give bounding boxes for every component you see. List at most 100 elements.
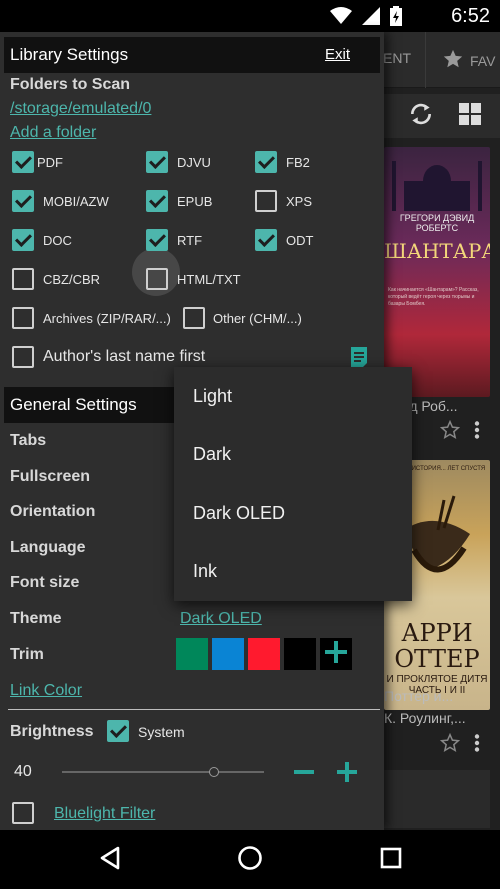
recents-button[interactable] [375, 844, 407, 876]
checkbox-epub[interactable] [146, 190, 168, 212]
checkbox-label-cbz-cbr: CBZ/CBR [43, 272, 101, 287]
checkbox-label-odt: ODT [286, 233, 314, 248]
brightness-label: Brightness [10, 723, 94, 740]
theme-option-dark[interactable]: Dark [174, 425, 412, 483]
checkbox-xps[interactable] [255, 190, 277, 212]
theme-option-dark-oled[interactable]: Dark OLED [174, 484, 412, 542]
refresh-button[interactable] [397, 94, 445, 138]
tab-favorites[interactable]: FAV [442, 48, 495, 73]
checkbox-bluelight-filter[interactable] [12, 802, 34, 824]
signal-icon [362, 7, 380, 30]
theme-option-light[interactable]: Light [174, 367, 412, 425]
refresh-icon [408, 101, 434, 132]
favorite-star-icon[interactable] [439, 419, 461, 445]
home-circle-icon [237, 845, 263, 876]
exit-link[interactable]: Exit [325, 37, 350, 73]
divider [8, 709, 380, 710]
trim-color-green[interactable] [176, 638, 208, 670]
favorite-star-icon[interactable] [439, 732, 461, 758]
back-button[interactable] [94, 844, 126, 876]
library-settings-title: Library Settings [10, 45, 129, 64]
brightness-increase-button[interactable] [337, 762, 357, 787]
theme-value-link[interactable]: Dark OLED [180, 610, 262, 628]
brightness-value: 40 [14, 763, 32, 780]
status-bar: 6:52 [0, 0, 500, 32]
checkbox-label-html-txt: HTML/TXT [177, 272, 241, 287]
grid-icon [458, 102, 482, 131]
checkbox-label-pdf: PDF [37, 155, 63, 170]
checkbox-label-author-last-name: Author's last name first [43, 348, 206, 365]
book-actions-2 [384, 732, 490, 758]
general-settings-title: General Settings [10, 395, 137, 414]
checkbox-brightness-system[interactable] [107, 720, 129, 742]
theme-option-ink[interactable]: Ink [174, 542, 412, 600]
checkbox-html-txt[interactable] [146, 268, 168, 290]
book-card-3[interactable] [384, 770, 490, 828]
book-title: Поттер и... [384, 688, 454, 704]
book-author: К. Роулинг,... [384, 710, 466, 726]
fullscreen-label: Fullscreen [10, 468, 91, 485]
theme-label: Theme [10, 610, 62, 627]
add-folder-link[interactable]: Add a folder [10, 124, 96, 142]
checkbox-label-fb2: FB2 [286, 155, 310, 170]
font-size-label: Font size [10, 574, 80, 591]
star-icon [442, 48, 464, 73]
plus-icon [325, 640, 347, 668]
tab-favorites-label: FAV [470, 52, 496, 69]
brightness-slider-track[interactable] [62, 771, 264, 773]
grid-view-button[interactable] [446, 94, 494, 138]
tab-divider [425, 32, 426, 88]
wifi-icon [330, 7, 352, 30]
checkbox-djvu[interactable] [146, 151, 168, 173]
orientation-label: Orientation [10, 503, 96, 520]
link-color-link[interactable]: Link Color [10, 682, 82, 700]
back-triangle-icon [99, 846, 121, 875]
book-cover-title: ШАНТАРАМ [384, 239, 490, 263]
bluelight-filter-link[interactable]: Bluelight Filter [54, 805, 155, 823]
checkbox-label-epub: EPUB [177, 194, 213, 209]
book-cover-1[interactable]: ГРЕГОРИ ДЭВИД РОБЕРТС ШАНТАРАМ Как начин… [384, 147, 490, 397]
folders-to-scan-label: Folders to Scan [10, 76, 131, 93]
home-button[interactable] [234, 844, 266, 876]
checkbox-label-brightness-system: System [138, 724, 185, 740]
checkbox-fb2[interactable] [255, 151, 277, 173]
checkbox-mobi-azw[interactable] [12, 190, 34, 212]
folder-path-link[interactable]: /storage/emulated/0 [10, 100, 151, 118]
battery-charging-icon [390, 6, 402, 31]
trim-label: Trim [10, 646, 44, 663]
trim-color-black[interactable] [284, 638, 316, 670]
checkbox-label-mobi-azw: MOBI/AZW [43, 194, 109, 209]
tabs-label: Tabs [10, 432, 47, 449]
library-toolbar [383, 94, 500, 138]
navigation-bar [0, 830, 500, 889]
book-cover-title: АРРИ ОТТЕР [394, 619, 480, 673]
brightness-slider-thumb[interactable] [208, 767, 219, 777]
book-cover-blurb: Как начинается «Шантарам»? Рассказ, кото… [388, 287, 479, 307]
more-vert-icon[interactable] [474, 734, 480, 757]
language-label: Language [10, 539, 86, 556]
checkbox-label-xps: XPS [286, 194, 313, 209]
recents-square-icon [380, 847, 402, 874]
checkbox-odt[interactable] [255, 229, 277, 251]
checkbox-cbz-cbr[interactable] [12, 268, 34, 290]
book-cover-author: ГРЕГОРИ ДЭВИД РОБЕРТС [399, 213, 475, 233]
trim-color-red[interactable] [248, 638, 280, 670]
checkbox-pdf[interactable] [12, 151, 34, 173]
checkbox-other[interactable] [183, 307, 205, 329]
checkbox-author-last-name[interactable] [12, 346, 34, 368]
checkbox-label-other: Other (CHM/...) [213, 311, 302, 326]
checkbox-doc[interactable] [12, 229, 34, 251]
plus-icon [337, 762, 357, 782]
checkbox-archives[interactable] [12, 307, 34, 329]
tab-recent[interactable]: ENT [383, 50, 411, 66]
checkbox-label-djvu: DJVU [177, 155, 211, 170]
checkbox-rtf[interactable] [146, 229, 168, 251]
brightness-decrease-button[interactable] [294, 770, 314, 774]
add-trim-color-button[interactable] [320, 638, 352, 670]
more-vert-icon[interactable] [474, 421, 480, 444]
checkbox-label-rtf: RTF [177, 233, 203, 248]
trim-color-blue[interactable] [212, 638, 244, 670]
status-time: 6:52 [451, 5, 490, 27]
checkbox-label-archives: Archives (ZIP/RAR/...) [43, 311, 171, 326]
library-settings-header: Library Settings Exit [4, 37, 380, 73]
